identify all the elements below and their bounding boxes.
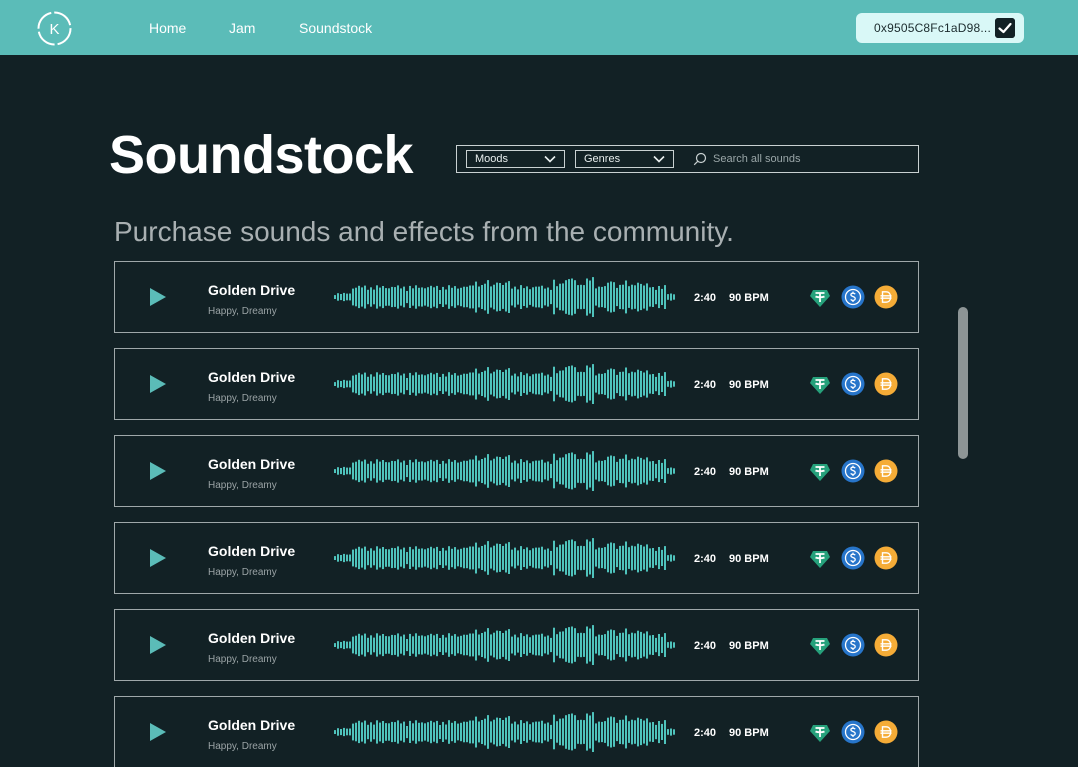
dai-icon[interactable] <box>874 285 898 309</box>
usdc-icon[interactable] <box>841 459 865 483</box>
usdt-icon[interactable] <box>808 720 832 744</box>
waveform[interactable] <box>334 707 676 757</box>
track-title: Golden Drive <box>208 630 296 646</box>
track-duration: 2:40 <box>694 379 717 391</box>
track-tags: Happy, Dreamy <box>208 567 277 578</box>
play-icon[interactable] <box>149 287 167 307</box>
track-bpm: 90 BPM <box>729 292 769 304</box>
track-title: Golden Drive <box>208 369 296 385</box>
page-subtitle: Purchase sounds and effects from the com… <box>114 216 734 247</box>
nav-link-jam[interactable]: Jam <box>229 20 255 36</box>
track-duration: 2:40 <box>694 553 717 565</box>
scrollbar-thumb[interactable] <box>958 307 968 459</box>
play-icon[interactable] <box>149 461 167 481</box>
track-row[interactable]: Golden Drive Happy, Dreamy 2:40 90 BPM <box>114 696 919 767</box>
track-title: Golden Drive <box>208 717 296 733</box>
play-icon[interactable] <box>149 374 167 394</box>
usdt-icon[interactable] <box>808 546 832 570</box>
track-bpm: 90 BPM <box>729 640 769 652</box>
dai-icon[interactable] <box>874 546 898 570</box>
track-bpm: 90 BPM <box>729 466 769 478</box>
moods-dropdown[interactable]: Moods <box>466 150 565 168</box>
track-tags: Happy, Dreamy <box>208 480 277 491</box>
track-bpm: 90 BPM <box>729 379 769 391</box>
waveform[interactable] <box>334 272 676 322</box>
genres-dropdown-label: Genres <box>584 153 621 165</box>
track-title: Golden Drive <box>208 282 296 298</box>
wallet-button[interactable]: 0x9505C8Fc1aD98... <box>856 13 1024 43</box>
track-duration: 2:40 <box>694 640 717 652</box>
genres-dropdown[interactable]: Genres <box>575 150 674 168</box>
wallet-address: 0x9505C8Fc1aD98... <box>874 21 992 35</box>
waveform[interactable] <box>334 359 676 409</box>
waveform[interactable] <box>334 446 676 496</box>
chevron-down-icon <box>544 155 556 163</box>
page-title: Soundstock <box>109 125 414 185</box>
waveform[interactable] <box>334 620 676 670</box>
track-bpm: 90 BPM <box>729 727 769 739</box>
dai-icon[interactable] <box>874 459 898 483</box>
usdc-icon[interactable] <box>841 285 865 309</box>
dai-icon[interactable] <box>874 633 898 657</box>
search-input[interactable] <box>713 150 913 168</box>
filter-bar: Moods Genres <box>456 145 919 173</box>
track-row[interactable]: Golden Drive Happy, Dreamy 2:40 90 BPM <box>114 261 919 333</box>
track-row[interactable]: Golden Drive Happy, Dreamy 2:40 90 BPM <box>114 522 919 594</box>
nav-link-soundstock[interactable]: Soundstock <box>299 20 372 36</box>
waveform[interactable] <box>334 533 676 583</box>
play-icon[interactable] <box>149 548 167 568</box>
dai-icon[interactable] <box>874 720 898 744</box>
usdt-icon[interactable] <box>808 372 832 396</box>
track-duration: 2:40 <box>694 727 717 739</box>
play-icon[interactable] <box>149 635 167 655</box>
track-tags: Happy, Dreamy <box>208 741 277 752</box>
moods-dropdown-label: Moods <box>475 153 509 165</box>
usdt-icon[interactable] <box>808 459 832 483</box>
track-duration: 2:40 <box>694 466 717 478</box>
track-tags: Happy, Dreamy <box>208 393 277 404</box>
usdc-icon[interactable] <box>841 546 865 570</box>
k-logo-icon[interactable]: K <box>36 10 73 47</box>
track-row[interactable]: Golden Drive Happy, Dreamy 2:40 90 BPM <box>114 609 919 681</box>
nav-link-home[interactable]: Home <box>149 20 186 36</box>
track-bpm: 90 BPM <box>729 553 769 565</box>
chevron-down-icon <box>653 155 665 163</box>
play-icon[interactable] <box>149 722 167 742</box>
usdc-icon[interactable] <box>841 720 865 744</box>
logo-letter: K <box>49 21 59 38</box>
top-navigation-bar: K Home Jam Soundstock 0x9505C8Fc1aD98... <box>0 0 1078 55</box>
track-row[interactable]: Golden Drive Happy, Dreamy 2:40 90 BPM <box>114 435 919 507</box>
track-title: Golden Drive <box>208 456 296 472</box>
track-tags: Happy, Dreamy <box>208 654 277 665</box>
usdc-icon[interactable] <box>841 372 865 396</box>
usdt-icon[interactable] <box>808 633 832 657</box>
track-title: Golden Drive <box>208 543 296 559</box>
track-tags: Happy, Dreamy <box>208 306 277 317</box>
checkmark-icon <box>995 18 1015 38</box>
search-icon <box>693 152 707 166</box>
usdt-icon[interactable] <box>808 285 832 309</box>
track-duration: 2:40 <box>694 292 717 304</box>
dai-icon[interactable] <box>874 372 898 396</box>
usdc-icon[interactable] <box>841 633 865 657</box>
track-row[interactable]: Golden Drive Happy, Dreamy 2:40 90 BPM <box>114 348 919 420</box>
